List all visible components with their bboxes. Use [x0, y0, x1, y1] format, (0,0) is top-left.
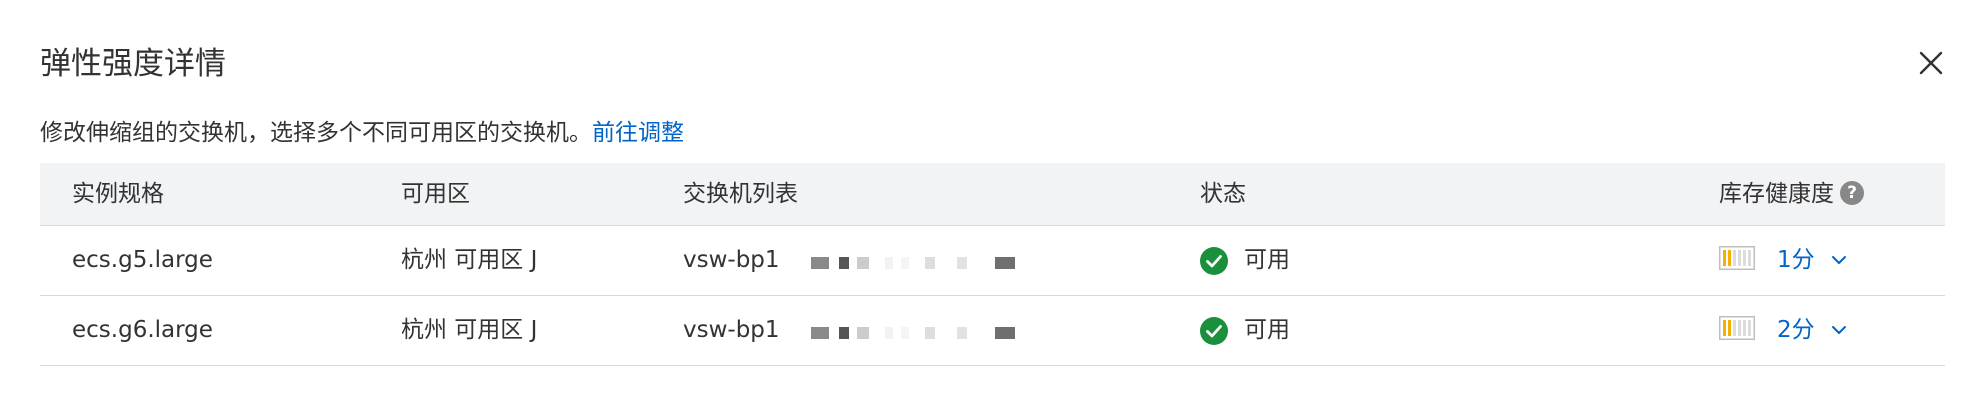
cell-instance-spec: ecs.g6.large [72, 317, 213, 343]
help-icon[interactable]: ? [1840, 180, 1864, 205]
table-row: ecs.g5.large 杭州 可用区 J vsw-bp1 可用 1分 [40, 226, 1945, 296]
dialog-description: 修改伸缩组的交换机，选择多个不同可用区的交换机。前往调整 [40, 113, 684, 153]
status-label: 可用 [1244, 247, 1290, 273]
table-header: 实例规格 可用区 交换机列表 状态 库存健康度? [40, 163, 1945, 226]
adjust-link[interactable]: 前往调整 [592, 120, 684, 146]
dialog-title: 弹性强度详情 [40, 46, 226, 82]
redacted-mask-icon [811, 327, 1015, 339]
vswitch-id: vsw-bp1 [683, 247, 780, 273]
table-row: ecs.g6.large 杭州 可用区 J vsw-bp1 可用 2分 [40, 296, 1945, 366]
header-inventory-health: 库存健康度? [1719, 163, 1864, 225]
chevron-down-icon[interactable] [1831, 324, 1847, 336]
header-zone: 可用区 [401, 181, 470, 207]
description-text: 修改伸缩组的交换机，选择多个不同可用区的交换机。 [40, 120, 592, 146]
elasticity-table: 实例规格 可用区 交换机列表 状态 库存健康度? ecs.g5.large 杭州… [40, 163, 1945, 366]
header-health-label: 库存健康度 [1719, 181, 1834, 207]
redacted-mask-icon [811, 257, 1015, 269]
close-icon[interactable] [1913, 45, 1949, 81]
cell-instance-spec: ecs.g5.large [72, 247, 213, 273]
cell-vswitch: vsw-bp1 [683, 296, 1015, 365]
header-instance-spec: 实例规格 [72, 181, 164, 207]
health-bar-icon [1719, 246, 1755, 270]
close-button[interactable] [1913, 45, 1949, 81]
cell-vswitch: vsw-bp1 [683, 226, 1015, 295]
status-label: 可用 [1244, 317, 1290, 343]
header-vswitch-list: 交换机列表 [683, 181, 798, 207]
cell-zone: 杭州 可用区 J [401, 317, 538, 343]
cell-zone: 杭州 可用区 J [401, 247, 538, 273]
check-circle-icon [1200, 247, 1228, 275]
health-bar-icon [1719, 316, 1755, 340]
vswitch-id: vsw-bp1 [683, 317, 780, 343]
health-score[interactable]: 2分 [1777, 296, 1815, 365]
header-status: 状态 [1200, 181, 1246, 207]
check-circle-icon [1200, 317, 1228, 345]
chevron-down-icon[interactable] [1831, 254, 1847, 266]
elasticity-detail-dialog: 弹性强度详情 修改伸缩组的交换机，选择多个不同可用区的交换机。前往调整 实例规格… [0, 0, 1982, 406]
health-score[interactable]: 1分 [1777, 226, 1815, 295]
